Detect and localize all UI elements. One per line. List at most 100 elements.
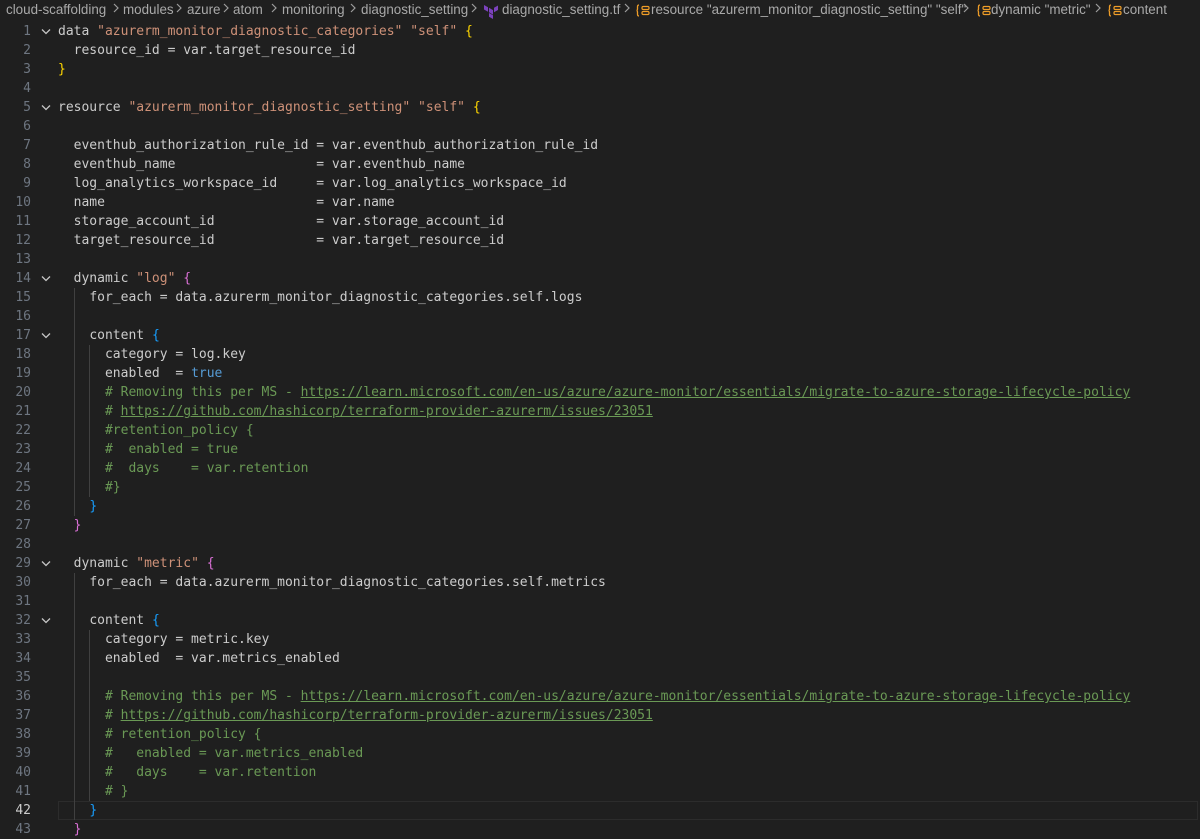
code-line[interactable]: 34 enabled = var.metrics_enabled (0, 649, 1200, 668)
line-number: 17 (15, 328, 31, 343)
code-line[interactable]: 4 (0, 79, 1200, 98)
line-number: 26 (15, 499, 31, 514)
fold-chevron-icon[interactable] (39, 269, 53, 288)
keyword: data (58, 24, 98, 39)
code-line[interactable]: 36 # Removing this per MS - https://lear… (0, 687, 1200, 706)
string-literal: "log" (136, 271, 176, 286)
code-text: for_each = data.azurerm_monitor_diagnost… (58, 573, 606, 592)
line-number: 32 (15, 613, 31, 628)
code-line[interactable]: 38 # retention_policy { (0, 725, 1200, 744)
breadcrumb-item[interactable]: dynamic "metric" (991, 2, 1091, 17)
code-line[interactable]: 29 dynamic "metric" { (0, 554, 1200, 573)
code-line[interactable]: 41 # } (0, 782, 1200, 801)
comment-link[interactable]: https://learn.microsoft.com/en-us/azure/… (301, 689, 1131, 704)
identifier: category = log.key (104, 347, 246, 362)
chevron-right-icon (270, 1, 278, 18)
bracket: { (465, 24, 473, 39)
code-line[interactable]: 17 content { (0, 326, 1200, 345)
identifier: log_analytics_workspace_id = var.log_ana… (73, 176, 567, 191)
keyword (465, 100, 473, 115)
line-number: 31 (15, 594, 31, 609)
line-number: 42 (15, 803, 31, 818)
breadcrumb-item[interactable]: atom (233, 2, 263, 17)
code-line[interactable]: 24 # days = var.retention (0, 459, 1200, 478)
breadcrumb-item[interactable]: diagnostic_setting (361, 2, 468, 17)
code-line[interactable]: 15 for_each = data.azurerm_monitor_diagn… (0, 288, 1200, 307)
code-line[interactable]: 8 eventhub_name = var.eventhub_name (0, 155, 1200, 174)
code-line[interactable]: 33 category = metric.key (0, 630, 1200, 649)
keyword: content (89, 328, 152, 343)
line-number: 9 (23, 176, 31, 191)
code-line[interactable]: 30 for_each = data.azurerm_monitor_diagn… (0, 573, 1200, 592)
bracket: { (183, 271, 192, 286)
fold-chevron-icon[interactable] (39, 326, 53, 345)
code-line[interactable]: 9 log_analytics_workspace_id = var.log_a… (0, 174, 1200, 193)
code-line[interactable]: 42 } (0, 801, 1200, 820)
line-number: 30 (15, 575, 31, 590)
code-text: name = var.name (58, 193, 395, 212)
code-line[interactable]: 28 (0, 535, 1200, 554)
fold-chevron-icon[interactable] (39, 611, 53, 630)
code-line[interactable]: 12 target_resource_id = var.target_resou… (0, 231, 1200, 250)
code-line[interactable]: 7 eventhub_authorization_rule_id = var.e… (0, 136, 1200, 155)
line-number: 24 (15, 461, 31, 476)
fold-chevron-icon[interactable] (39, 22, 53, 41)
line-number: 41 (15, 784, 31, 799)
code-text: target_resource_id = var.target_resource… (58, 231, 504, 250)
code-line[interactable]: 25 #} (0, 478, 1200, 497)
code-line[interactable]: 1 data "azurerm_monitor_diagnostic_catego… (0, 22, 1200, 41)
code-line[interactable]: 19 enabled = true (0, 364, 1200, 383)
code-line[interactable]: 13 (0, 250, 1200, 269)
terraform-file-icon (483, 3, 499, 22)
code-line[interactable]: 6 (0, 117, 1200, 136)
code-line[interactable]: 11 storage_account_id = var.storage_acco… (0, 212, 1200, 231)
code-line[interactable]: 32 content { (0, 611, 1200, 630)
code-line[interactable]: 35 (0, 668, 1200, 687)
code-line[interactable]: 22 #retention_policy { (0, 421, 1200, 440)
code-line[interactable]: 10 name = var.name (0, 193, 1200, 212)
code-text: content { (58, 326, 160, 345)
code-line[interactable]: 40 # days = var.retention (0, 763, 1200, 782)
fold-chevron-icon[interactable] (39, 98, 53, 117)
code-line[interactable]: 26 } (0, 497, 1200, 516)
code-line[interactable]: 21 # https://github.com/hashicorp/terraf… (0, 402, 1200, 421)
breadcrumb-item[interactable]: resource "azurerm_monitor_diagnostic_set… (651, 2, 966, 17)
code-text: # Removing this per MS - https://learn.m… (58, 687, 1130, 706)
breadcrumb-item[interactable]: content (1123, 2, 1167, 17)
breadcrumb-item[interactable]: monitoring (282, 2, 345, 17)
code-line[interactable]: 37 # https://github.com/hashicorp/terraf… (0, 706, 1200, 725)
code-line[interactable]: 14 dynamic "log" { (0, 269, 1200, 288)
code-line[interactable]: 31 (0, 592, 1200, 611)
code-line[interactable]: 3} (0, 60, 1200, 79)
string-literal: "self" (418, 100, 466, 115)
line-number: 21 (15, 404, 31, 419)
code-line[interactable]: 27 } (0, 516, 1200, 535)
breadcrumb-item[interactable]: diagnostic_setting.tf (502, 2, 620, 17)
breadcrumb-item[interactable]: cloud-scaffolding (6, 2, 106, 17)
line-number: 4 (23, 81, 31, 96)
code-line[interactable]: 39 # enabled = var.metrics_enabled (0, 744, 1200, 763)
code-line[interactable]: 23 # enabled = true (0, 440, 1200, 459)
comment-link[interactable]: https://learn.microsoft.com/en-us/azure/… (301, 385, 1131, 400)
comment: #} (104, 480, 121, 495)
keyword: dynamic (73, 556, 137, 571)
bracket: { (151, 328, 160, 343)
code-line[interactable]: 18 category = log.key (0, 345, 1200, 364)
identifier: enabled = var.metrics_enabled (104, 651, 340, 666)
code-line[interactable]: 16 (0, 307, 1200, 326)
code-line[interactable]: 2 resource_id = var.target_resource_id (0, 41, 1200, 60)
code-line[interactable]: 5 resource "azurerm_monitor_diagnostic_se… (0, 98, 1200, 117)
breadcrumb-item[interactable]: modules (123, 2, 174, 17)
breadcrumb-item[interactable]: azure (187, 2, 221, 17)
comment-link[interactable]: https://github.com/hashicorp/terraform-p… (121, 404, 653, 419)
code-line[interactable]: 43 } (0, 820, 1200, 839)
comment: # (104, 404, 121, 419)
keyword (199, 556, 207, 571)
code-text: resource_id = var.target_resource_id (58, 41, 356, 60)
code-editor[interactable]: 1 data "azurerm_monitor_diagnostic_catego… (0, 22, 1200, 839)
identifier: name = var.name (73, 195, 395, 210)
fold-chevron-icon[interactable] (39, 554, 53, 573)
comment-link[interactable]: https://github.com/hashicorp/terraform-p… (121, 708, 653, 723)
code-line[interactable]: 20 # Removing this per MS - https://lear… (0, 383, 1200, 402)
chevron-right-icon (623, 1, 631, 18)
